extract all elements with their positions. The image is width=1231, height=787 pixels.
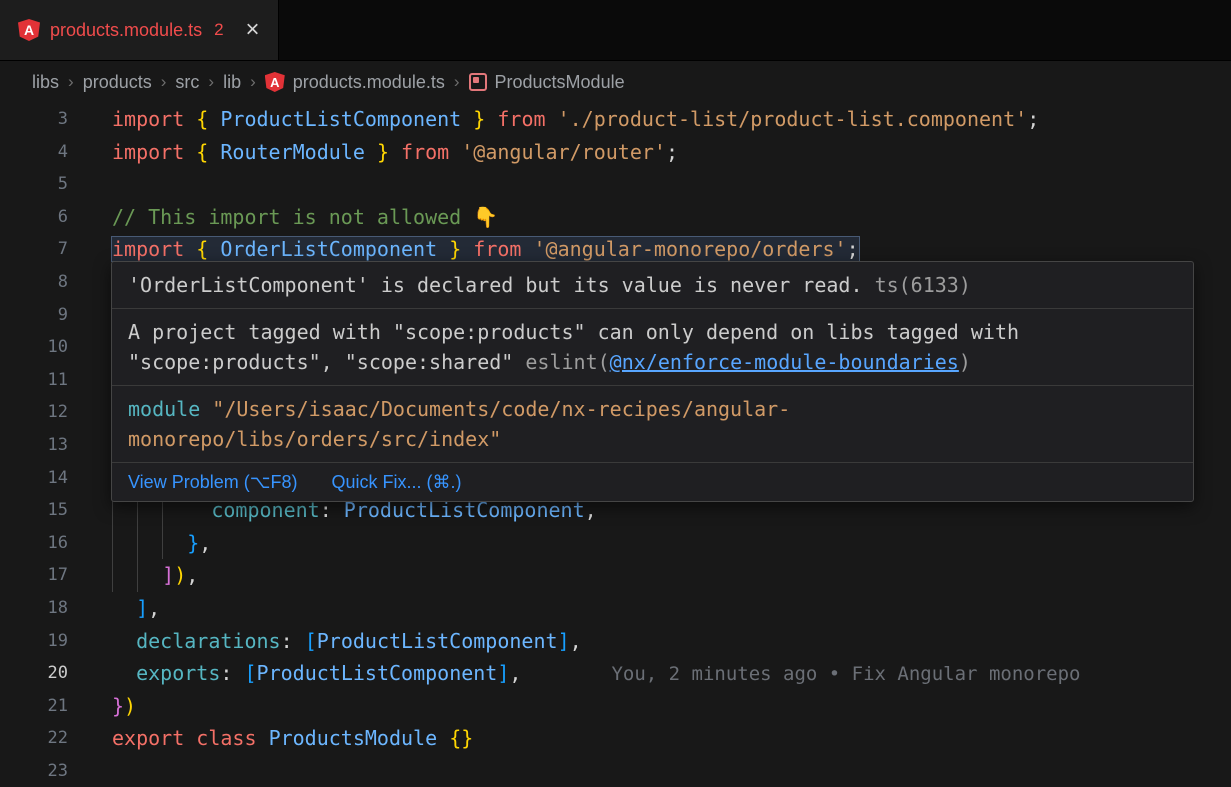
hover-popup: 'OrderListComponent' is declared but its… <box>111 261 1194 502</box>
ts-diagnostic-message: 'OrderListComponent' is declared but its… <box>128 273 863 297</box>
ts-diagnostic-code: ts(6133) <box>875 273 971 297</box>
breadcrumb-item-products-module-ts[interactable]: Aproducts.module.ts <box>265 72 445 93</box>
indent-guide <box>162 527 187 560</box>
code-line[interactable]: 6 // This import is not allowed 👇 <box>0 201 1231 234</box>
breadcrumb-separator: › <box>68 72 74 92</box>
breadcrumb: libs › products › src › lib › Aproducts.module.t… <box>0 61 1231 103</box>
eslint-rule-link[interactable]: @nx/enforce-module-boundaries <box>610 350 959 374</box>
code-line[interactable]: 3 import { ProductListComponent } from '.… <box>0 103 1231 136</box>
code-text: declarations: [ProductListComponent], <box>112 625 582 658</box>
angular-icon: A <box>18 19 40 41</box>
line-number[interactable]: 22 <box>0 722 68 755</box>
view-problem-action[interactable]: View Problem (⌥F8) <box>128 470 297 494</box>
quick-fix-action[interactable]: Quick Fix... (⌘.) <box>331 470 461 494</box>
module-path-line2: monorepo/libs/orders/src/index" <box>128 427 501 451</box>
code-text: ]), <box>112 559 198 592</box>
hover-module-info: module "/Users/isaac/Documents/code/nx-r… <box>112 385 1193 462</box>
line-number[interactable]: 5 <box>0 168 68 201</box>
code-text: ], <box>112 592 160 625</box>
code-line[interactable]: 21}) <box>0 690 1231 723</box>
code-line[interactable]: 5 <box>0 168 1231 201</box>
module-path-line1: "/Users/isaac/Documents/code/nx-recipes/… <box>212 397 790 421</box>
line-number[interactable]: 17 <box>0 559 68 592</box>
angular-icon: A <box>265 72 285 92</box>
line-number[interactable]: 23 <box>0 755 68 787</box>
code-text: // This import is not allowed 👇 <box>112 201 498 234</box>
line-number[interactable]: 13 <box>0 429 68 462</box>
code-line[interactable]: 18 ], <box>0 592 1231 625</box>
line-number[interactable]: 11 <box>0 364 68 397</box>
line-number[interactable]: 16 <box>0 527 68 560</box>
eslint-source: eslint(@nx/enforce-module-boundaries) <box>525 350 971 374</box>
line-number[interactable]: 20 <box>0 657 68 690</box>
module-keyword: module <box>128 397 200 421</box>
code-text: }, <box>112 527 211 560</box>
line-number[interactable]: 6 <box>0 201 68 234</box>
indent-guide <box>137 527 162 560</box>
line-number[interactable]: 19 <box>0 625 68 658</box>
eslint-message-line2: "scope:products", "scope:shared" <box>128 350 513 374</box>
code-line[interactable]: 4 import { RouterModule } from '@angular/… <box>0 136 1231 169</box>
git-blame: You, 2 minutes ago • Fix Angular monorep… <box>611 663 1080 685</box>
breadcrumb-label: lib <box>223 72 241 93</box>
line-number[interactable]: 9 <box>0 299 68 332</box>
code-line[interactable]: 23 <box>0 755 1231 787</box>
line-number[interactable]: 21 <box>0 690 68 723</box>
code-text: export class ProductsModule {} <box>112 722 473 755</box>
line-number[interactable]: 18 <box>0 592 68 625</box>
line-number[interactable]: 15 <box>0 494 68 527</box>
breadcrumb-separator: › <box>454 72 460 92</box>
tab-bar: A products.module.ts 2 × <box>0 0 1231 61</box>
breadcrumb-label: ProductsModule <box>495 72 625 93</box>
code-line[interactable]: 20 exports: [ProductListComponent],You, … <box>0 657 1231 690</box>
breadcrumb-label: src <box>175 72 199 93</box>
breadcrumb-item-lib[interactable]: lib <box>223 72 241 93</box>
eslint-message-line1: A project tagged with "scope:products" c… <box>128 317 1177 347</box>
indent-guide <box>112 559 137 592</box>
code-line[interactable]: 17]), <box>0 559 1231 592</box>
breadcrumb-separator: › <box>208 72 214 92</box>
hover-ts-diagnostic: 'OrderListComponent' is declared but its… <box>112 262 1193 308</box>
code-line[interactable]: 22 export class ProductsModule {} <box>0 722 1231 755</box>
tab-products-module[interactable]: A products.module.ts 2 × <box>0 0 279 60</box>
breadcrumb-item-productsmodule[interactable]: ProductsModule <box>469 72 625 93</box>
line-number[interactable]: 7 <box>0 233 68 266</box>
breadcrumb-item-libs[interactable]: libs <box>32 72 59 93</box>
line-number[interactable]: 3 <box>0 103 68 136</box>
breadcrumb-separator: › <box>250 72 256 92</box>
indent-guide <box>137 559 162 592</box>
tab-error-badge: 2 <box>214 20 223 40</box>
breadcrumb-label: products.module.ts <box>293 72 445 93</box>
line-number[interactable]: 10 <box>0 331 68 364</box>
symbol-class-icon <box>469 73 487 91</box>
line-number[interactable]: 4 <box>0 136 68 169</box>
breadcrumb-label: products <box>83 72 152 93</box>
code-text: }) <box>112 690 136 723</box>
breadcrumb-item-products[interactable]: products <box>83 72 152 93</box>
code-line[interactable]: 16}, <box>0 527 1231 560</box>
breadcrumb-separator: › <box>161 72 167 92</box>
line-number[interactable]: 8 <box>0 266 68 299</box>
error-highlight: import { OrderListComponent } from '@ang… <box>112 237 859 261</box>
code-line[interactable]: 19 declarations: [ProductListComponent], <box>0 625 1231 658</box>
close-icon[interactable]: × <box>246 18 260 42</box>
breadcrumb-item-src[interactable]: src <box>175 72 199 93</box>
tab-title: products.module.ts <box>50 20 202 41</box>
breadcrumb-label: libs <box>32 72 59 93</box>
editor[interactable]: 3 import { ProductListComponent } from '.… <box>0 103 1231 781</box>
line-number[interactable]: 12 <box>0 396 68 429</box>
hover-eslint-diagnostic: A project tagged with "scope:products" c… <box>112 308 1193 385</box>
line-number[interactable]: 14 <box>0 462 68 495</box>
hover-actions: View Problem (⌥F8) Quick Fix... (⌘.) <box>112 462 1193 501</box>
code-text: import { RouterModule } from '@angular/r… <box>112 136 678 169</box>
indent-guide <box>112 527 137 560</box>
code-text: import { ProductListComponent } from './… <box>112 103 1039 136</box>
code-text: exports: [ProductListComponent],You, 2 m… <box>112 657 1080 690</box>
